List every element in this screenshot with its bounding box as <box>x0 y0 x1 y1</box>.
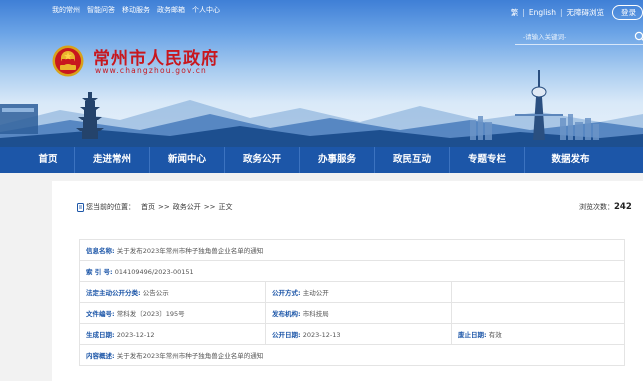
search-input[interactable] <box>523 32 623 43</box>
location-pin-icon <box>77 202 84 212</box>
top-right-links: 繁 | English | 无障碍浏览 登录 <box>511 5 643 20</box>
info-expiry-cell: 废止日期: 有效 <box>450 323 626 345</box>
info-index-value: 014109496/2023-00151 <box>114 268 194 276</box>
info-created-value: 2023-12-12 <box>116 331 155 339</box>
nav-data-release[interactable]: 数据发布 <box>525 147 604 173</box>
info-title-value: 关于发布2023年常州市种子独角兽企业名单的通知 <box>116 247 264 255</box>
info-created-label: 生成日期: <box>86 331 115 339</box>
site-banner: 我的常州 智能问答 移动服务 政务邮箱 个人中心 繁 | English | 无… <box>0 0 643 147</box>
info-category-cell: 法定主动公开分类: 公告公示 <box>79 281 266 303</box>
table-row: 法定主动公开分类: 公告公示 公开方式: 主动公开 <box>79 281 626 303</box>
info-method-value: 主动公开 <box>302 289 329 297</box>
nav-special-topics[interactable]: 专题专栏 <box>450 147 524 173</box>
table-row: 信息名称: 关于发布2023年常州市种子独角兽企业名单的通知 <box>78 239 626 261</box>
info-summary-value: 关于发布2023年常州市种子独角兽企业名单的通知 <box>116 352 264 360</box>
info-docno-label: 文件编号: <box>86 310 115 318</box>
view-counter: 浏览次数：242 <box>579 202 632 212</box>
info-title-cell: 信息名称: 关于发布2023年常州市种子独角兽企业名单的通知 <box>78 239 626 261</box>
top-bar: 我的常州 智能问答 移动服务 政务邮箱 个人中心 繁 | English | 无… <box>0 0 643 22</box>
breadcrumb-current: 正文 <box>218 203 233 211</box>
info-published-cell: 公开日期: 2023-12-13 <box>265 323 452 345</box>
traditional-chinese-link[interactable]: 繁 <box>511 7 519 18</box>
info-category-value: 公告公示 <box>142 289 169 297</box>
top-link-mobile-service[interactable]: 移动服务 <box>122 5 150 15</box>
info-docno-value: 常科发〔2023〕195号 <box>116 310 185 318</box>
info-summary-cell: 内容概述: 关于发布2023年常州市种子独角兽企业名单的通知 <box>78 344 626 366</box>
breadcrumb-separator: >> <box>203 203 216 211</box>
separator: | <box>559 8 563 17</box>
main-nav: 首页 走进常州 新闻中心 政务公开 办事服务 政民互动 专题专栏 数据发布 <box>0 147 643 173</box>
info-created-cell: 生成日期: 2023-12-12 <box>79 323 266 345</box>
login-button[interactable]: 登录 <box>612 5 643 20</box>
city-skyline-illustration <box>0 70 643 147</box>
top-link-gov-mailbox[interactable]: 政务邮箱 <box>157 5 185 15</box>
info-expiry-value: 有效 <box>488 331 502 339</box>
info-method-cell: 公开方式: 主动公开 <box>265 281 452 303</box>
info-method-label: 公开方式: <box>272 289 301 297</box>
top-link-mychangzhou[interactable]: 我的常州 <box>52 5 80 15</box>
content-card: 您当前的位置： 首页 >> 政务公开 >> 正文 浏览次数：242 信息名称: … <box>52 181 643 381</box>
info-published-value: 2023-12-13 <box>302 331 341 339</box>
view-count: 242 <box>614 202 632 212</box>
top-link-personal-center[interactable]: 个人中心 <box>192 5 220 15</box>
empty-cell <box>450 302 626 324</box>
info-summary-label: 内容概述: <box>86 352 115 360</box>
info-published-label: 公开日期: <box>272 331 301 339</box>
info-category-label: 法定主动公开分类: <box>86 289 141 297</box>
table-row: 生成日期: 2023-12-12 公开日期: 2023-12-13 废止日期: … <box>79 323 626 345</box>
info-agency-label: 发布机构: <box>272 310 301 318</box>
nav-interaction[interactable]: 政民互动 <box>375 147 449 173</box>
nav-services[interactable]: 办事服务 <box>300 147 374 173</box>
separator: | <box>522 8 525 17</box>
english-link[interactable]: English <box>529 8 556 17</box>
info-agency-value: 市科技局 <box>302 310 329 318</box>
search-box <box>515 30 643 45</box>
view-count-label: 浏览次数： <box>579 203 614 211</box>
table-row: 索 引 号: 014109496/2023-00151 <box>78 260 626 282</box>
nav-home[interactable]: 首页 <box>0 147 74 173</box>
info-docno-cell: 文件编号: 常科发〔2023〕195号 <box>79 302 266 324</box>
breadcrumb-prefix: 您当前的位置： <box>86 203 135 211</box>
breadcrumb-home[interactable]: 首页 <box>141 202 155 212</box>
empty-cell <box>450 281 626 303</box>
breadcrumb-government-affairs[interactable]: 政务公开 <box>173 202 201 212</box>
breadcrumb: 您当前的位置： 首页 >> 政务公开 >> 正文 <box>77 202 232 212</box>
search-icon[interactable] <box>634 31 643 43</box>
accessibility-link[interactable]: 无障碍浏览 <box>567 7 605 18</box>
info-title-label: 信息名称: <box>86 247 115 255</box>
document-info-table: 信息名称: 关于发布2023年常州市种子独角兽企业名单的通知 索 引 号: 01… <box>78 239 626 366</box>
top-link-smart-qa[interactable]: 智能问答 <box>87 5 115 15</box>
info-index-cell: 索 引 号: 014109496/2023-00151 <box>78 260 626 282</box>
info-index-label: 索 引 号: <box>86 268 113 276</box>
breadcrumb-separator: >> <box>158 203 170 211</box>
info-expiry-label: 废止日期: <box>458 331 487 339</box>
nav-news-center[interactable]: 新闻中心 <box>150 147 224 173</box>
info-agency-cell: 发布机构: 市科技局 <box>265 302 452 324</box>
top-links: 我的常州 智能问答 移动服务 政务邮箱 个人中心 <box>52 5 220 15</box>
nav-government-affairs[interactable]: 政务公开 <box>225 147 299 173</box>
nav-about-changzhou[interactable]: 走进常州 <box>75 147 149 173</box>
table-row: 文件编号: 常科发〔2023〕195号 发布机构: 市科技局 <box>79 302 626 324</box>
table-row: 内容概述: 关于发布2023年常州市种子独角兽企业名单的通知 <box>78 344 626 366</box>
